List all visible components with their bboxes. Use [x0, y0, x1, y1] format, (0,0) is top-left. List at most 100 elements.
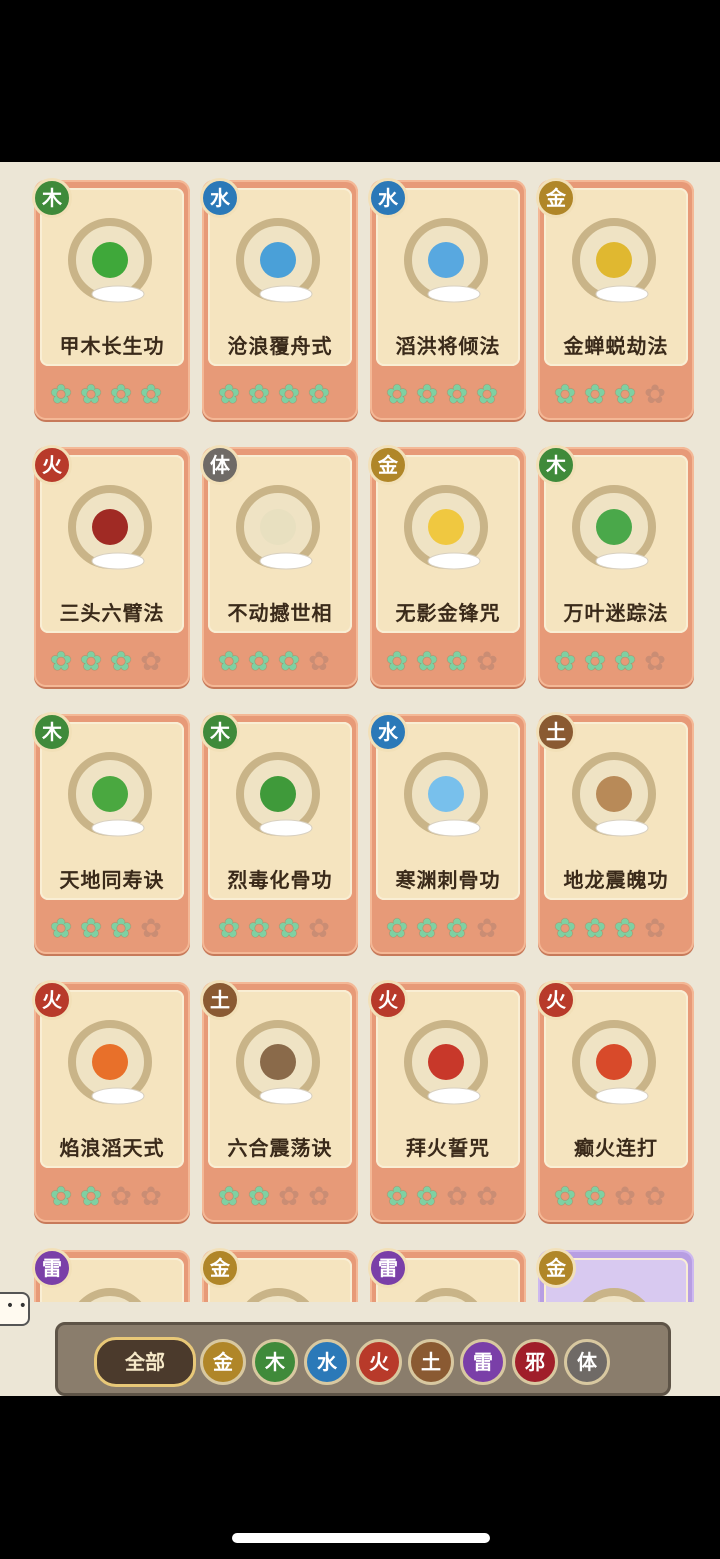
- star-icon: ✿: [110, 1182, 132, 1212]
- star-icon: ✿: [218, 647, 240, 677]
- technique-card[interactable]: 甲木长生功 ✿ ✿ ✿ ✿ 木: [32, 178, 190, 420]
- filter-button[interactable]: 体: [564, 1339, 610, 1385]
- technique-card[interactable]: 天地同寿诀 ✿ ✿ ✿ ✿ 木: [32, 712, 190, 954]
- card-name: 滔洪将倾法: [395, 334, 501, 358]
- star-icon: ✿: [308, 380, 330, 410]
- star-icon: ✿: [644, 647, 666, 677]
- filter-button[interactable]: 水: [304, 1339, 350, 1385]
- filter-button[interactable]: 土: [408, 1339, 454, 1385]
- green-spirit-emblem-icon: [68, 752, 152, 837]
- element-badge: 水: [368, 712, 408, 752]
- filter-button[interactable]: 雷: [460, 1339, 506, 1385]
- star-icon: ✿: [278, 1182, 300, 1212]
- technique-card[interactable]: 地龙震魄功 ✿ ✿ ✿ ✿ 土: [536, 712, 694, 954]
- element-badge: 木: [536, 445, 576, 485]
- flame-wave-emblem-icon: [68, 1020, 152, 1105]
- element-badge: 体: [200, 445, 240, 485]
- technique-card[interactable]: 滔洪将倾法 ✿ ✿ ✿ ✿ 水: [368, 178, 526, 420]
- element-badge: 水: [368, 178, 408, 218]
- star-icon: ✿: [278, 647, 300, 677]
- element-badge: 金: [536, 1248, 576, 1288]
- star-rating: ✿ ✿ ✿ ✿: [48, 649, 188, 677]
- technique-card[interactable]: ✿✿✿✿雷: [32, 1248, 190, 1302]
- element-badge: 金: [536, 178, 576, 218]
- leaves-emblem-icon: [572, 485, 656, 570]
- star-icon: ✿: [278, 380, 300, 410]
- star-icon: ✿: [446, 647, 468, 677]
- star-icon: ✿: [218, 914, 240, 944]
- star-rating: ✿ ✿ ✿ ✿: [552, 382, 692, 410]
- star-icon: ✿: [644, 914, 666, 944]
- technique-card[interactable]: 拜火誓咒 ✿ ✿ ✿ ✿ 火: [368, 980, 526, 1222]
- technique-card[interactable]: 烈毒化骨功 ✿ ✿ ✿ ✿ 木: [200, 712, 358, 954]
- star-icon: ✿: [584, 1182, 606, 1212]
- filter-button[interactable]: 邪: [512, 1339, 558, 1385]
- star-icon: ✿: [248, 914, 270, 944]
- skull-emblem-icon: [236, 485, 320, 570]
- star-icon: ✿: [476, 914, 498, 944]
- element-filter-bar: 全部 金木水火土雷邪体: [55, 1322, 671, 1396]
- technique-card[interactable]: ✿✿✿✿雷: [368, 1248, 526, 1302]
- star-icon: ✿: [140, 1182, 162, 1212]
- star-icon: ✿: [554, 380, 576, 410]
- technique-card[interactable]: 沧浪覆舟式 ✿ ✿ ✿ ✿ 水: [200, 178, 358, 420]
- star-icon: ✿: [140, 380, 162, 410]
- star-icon: ✿: [50, 1182, 72, 1212]
- star-icon: ✿: [386, 914, 408, 944]
- card-name: 无影金锋咒: [395, 601, 501, 625]
- thunder-emblem-icon: [78, 1288, 142, 1302]
- star-icon: ✿: [308, 1182, 330, 1212]
- filter-button[interactable]: 木: [252, 1339, 298, 1385]
- star-icon: ✿: [386, 1182, 408, 1212]
- three-heads-emblem-icon: [68, 485, 152, 570]
- star-rating: ✿ ✿ ✿ ✿: [384, 382, 524, 410]
- star-icon: ✿: [218, 380, 240, 410]
- element-badge: 土: [536, 712, 576, 752]
- star-icon: ✿: [218, 1182, 240, 1212]
- technique-card[interactable]: 寒渊刺骨功 ✿ ✿ ✿ ✿ 水: [368, 712, 526, 954]
- star-icon: ✿: [110, 647, 132, 677]
- technique-card[interactable]: 万叶迷踪法 ✿ ✿ ✿ ✿ 木: [536, 445, 694, 687]
- home-indicator[interactable]: [232, 1533, 490, 1543]
- element-badge: 木: [200, 712, 240, 752]
- star-icon: ✿: [614, 380, 636, 410]
- technique-card[interactable]: 癫火连打 ✿ ✿ ✿ ✿ 火: [536, 980, 694, 1222]
- star-rating: ✿ ✿ ✿ ✿: [384, 916, 524, 944]
- technique-card[interactable]: 不动撼世相 ✿ ✿ ✿ ✿ 体: [200, 445, 358, 687]
- card-name: 烈毒化骨功: [227, 868, 333, 892]
- star-icon: ✿: [644, 1182, 666, 1212]
- card-name: 沧浪覆舟式: [227, 334, 333, 358]
- technique-card[interactable]: 金蝉蜕劫法 ✿ ✿ ✿ ✿ 金: [536, 178, 694, 420]
- card-name: 甲木长生功: [59, 334, 165, 358]
- card-name: 万叶迷踪法: [563, 601, 669, 625]
- star-icon: ✿: [80, 1182, 102, 1212]
- technique-card[interactable]: ✿✿✿✿金: [200, 1248, 358, 1302]
- element-badge: 土: [200, 980, 240, 1020]
- star-icon: ✿: [446, 1182, 468, 1212]
- card-name: 天地同寿诀: [59, 868, 165, 892]
- filter-all-button[interactable]: 全部: [94, 1337, 196, 1387]
- card-name: 焰浪滔天式: [59, 1136, 165, 1160]
- wave-emblem-icon: [236, 218, 320, 303]
- speech-bubble-icon[interactable]: • • •: [0, 1292, 30, 1326]
- technique-card[interactable]: 六合震荡诀 ✿ ✿ ✿ ✿ 土: [200, 980, 358, 1222]
- star-icon: ✿: [308, 914, 330, 944]
- star-icon: ✿: [416, 1182, 438, 1212]
- technique-card[interactable]: 三头六臂法 ✿ ✿ ✿ ✿ 火: [32, 445, 190, 687]
- star-rating: ✿ ✿ ✿ ✿: [216, 649, 356, 677]
- star-icon: ✿: [614, 647, 636, 677]
- mound-emblem-icon: [236, 1020, 320, 1105]
- technique-card[interactable]: 焰浪滔天式 ✿ ✿ ✿ ✿ 火: [32, 980, 190, 1222]
- filter-button[interactable]: 金: [200, 1339, 246, 1385]
- technique-card[interactable]: 无影金锋咒 ✿ ✿ ✿ ✿ 金: [368, 445, 526, 687]
- star-icon: ✿: [248, 647, 270, 677]
- star-icon: ✿: [248, 380, 270, 410]
- star-icon: ✿: [110, 914, 132, 944]
- star-icon: ✿: [584, 647, 606, 677]
- technique-card[interactable]: ✿✿✿✿金: [536, 1248, 694, 1302]
- thunder-emblem-icon: [414, 1288, 478, 1302]
- star-icon: ✿: [140, 914, 162, 944]
- star-rating: ✿ ✿ ✿ ✿: [216, 1184, 356, 1212]
- star-icon: ✿: [476, 647, 498, 677]
- filter-button[interactable]: 火: [356, 1339, 402, 1385]
